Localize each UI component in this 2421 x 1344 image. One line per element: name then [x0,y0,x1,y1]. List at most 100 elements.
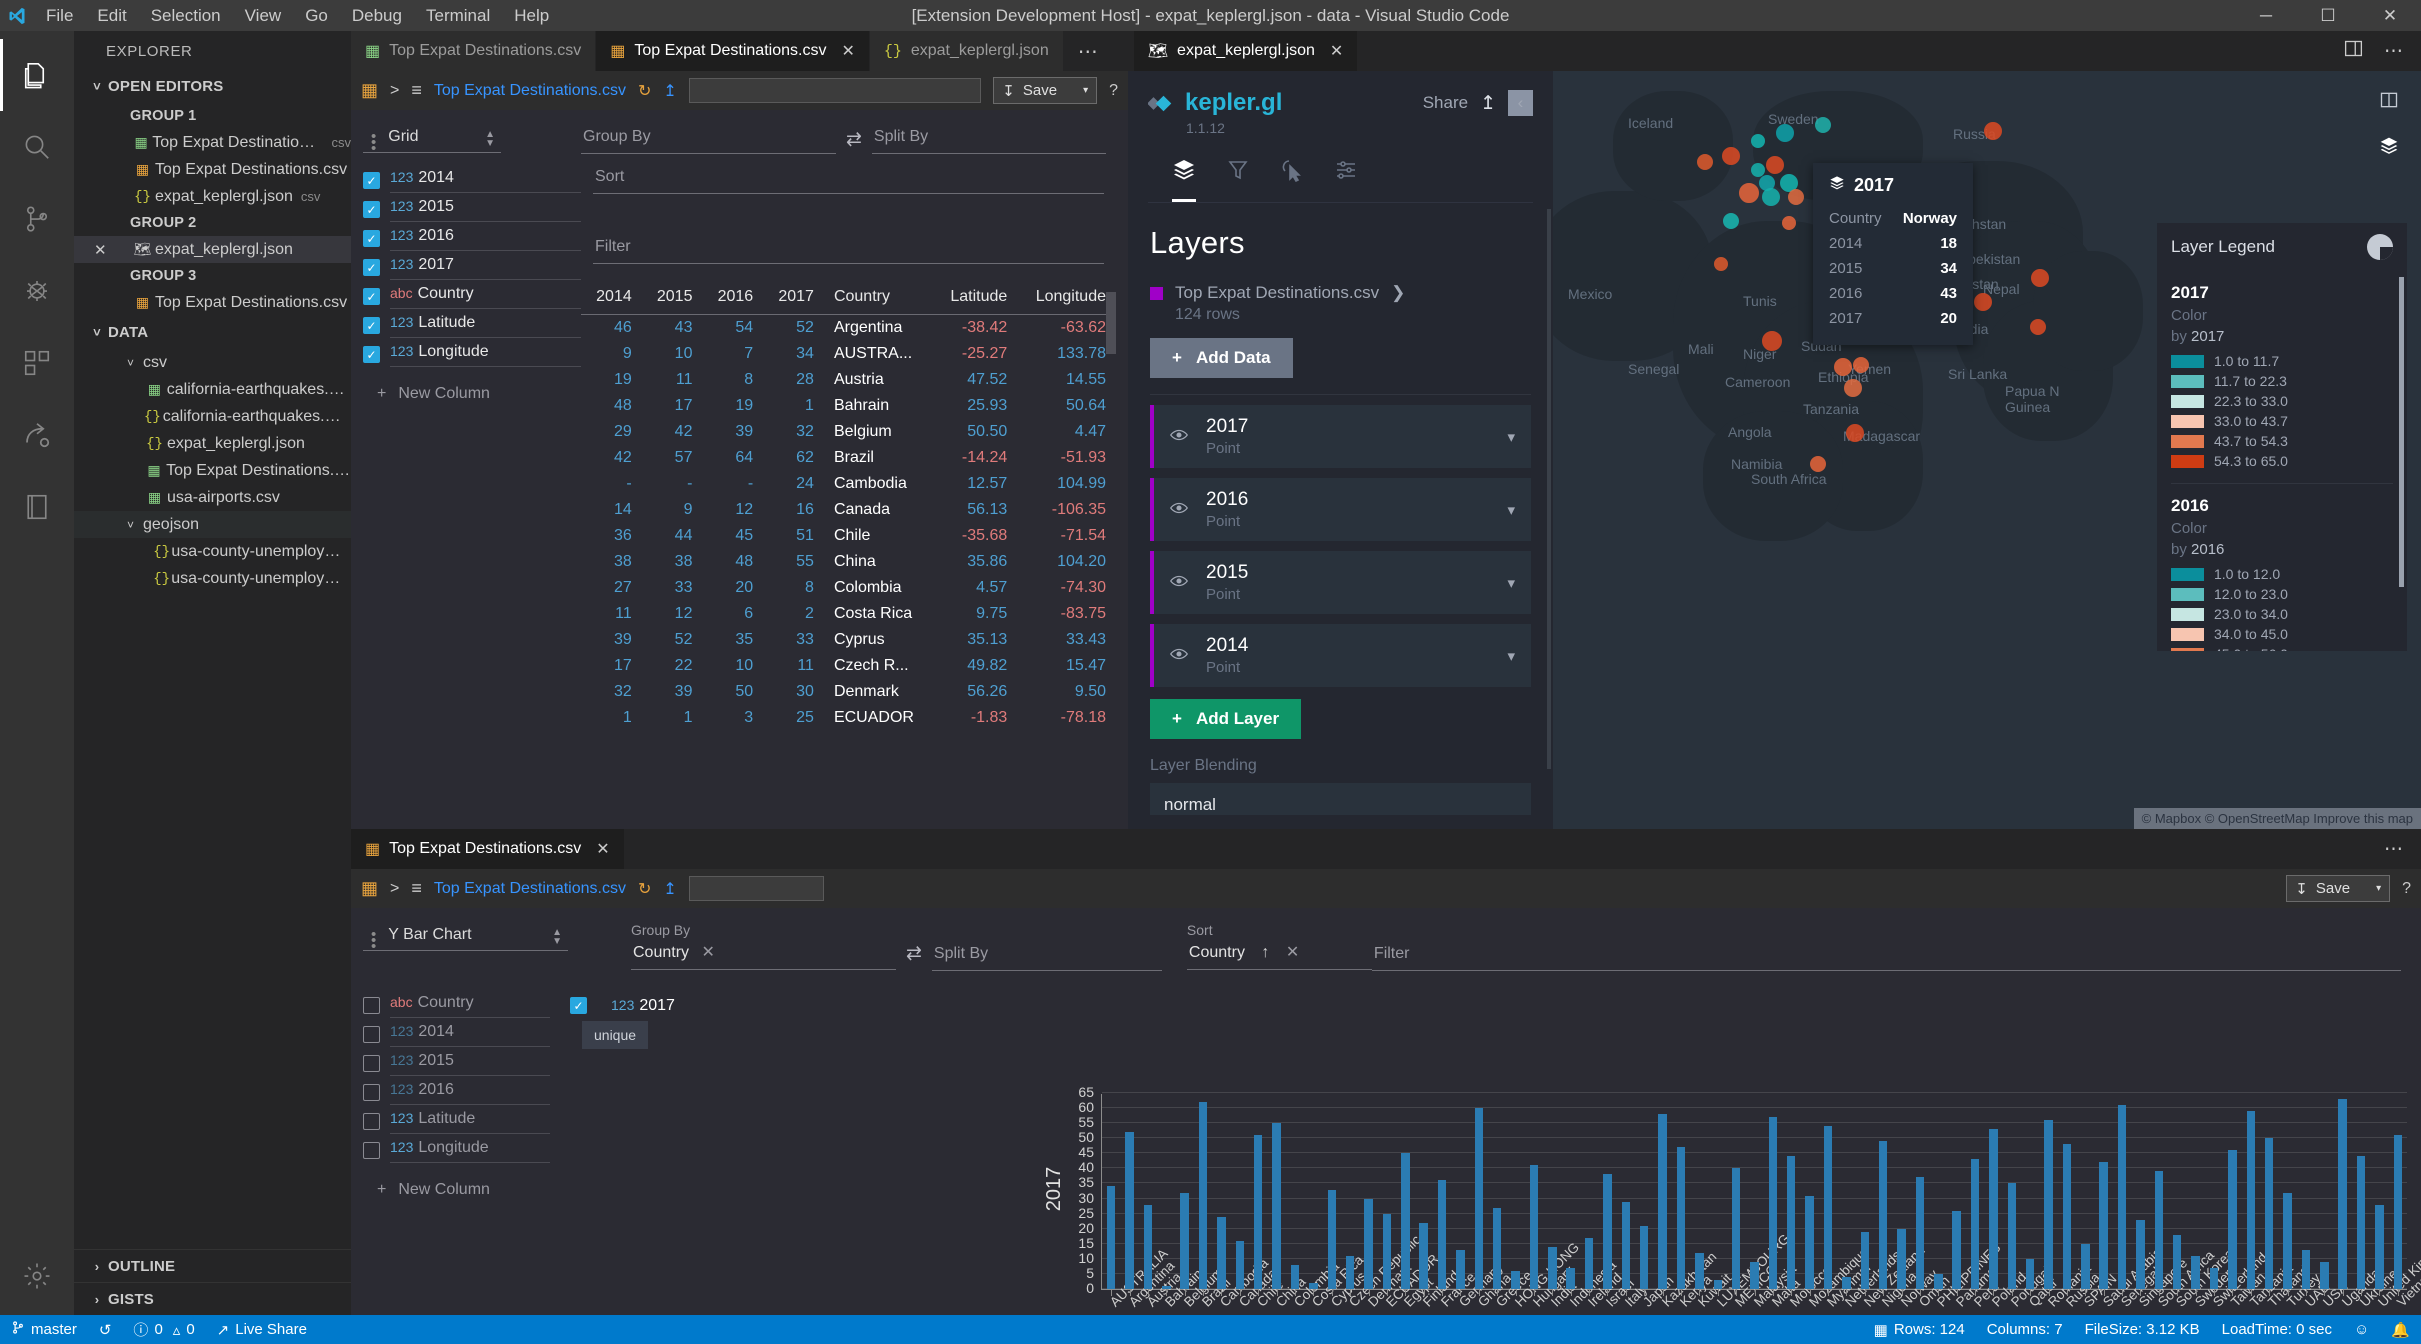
status-sync[interactable]: ↺ [88,1315,123,1344]
chevron-down-icon[interactable]: ▾ [1507,501,1515,519]
group-by-field[interactable]: Country ✕ [631,938,896,970]
data-file-item[interactable]: {} california-earthquakes.map.json [74,403,351,430]
col-2015[interactable]: 2015 [641,284,703,315]
map-data-point[interactable] [1815,117,1831,133]
filter-field[interactable]: Filter [1371,941,2401,971]
save-button[interactable]: ↧ Save ▾ [2286,875,2391,902]
layer-item-2016[interactable]: 2016 Point ▾ [1150,478,1531,541]
bar[interactable] [2393,1135,2403,1289]
eye-icon[interactable] [1170,573,1206,593]
bar[interactable] [1658,1114,1667,1289]
table-row[interactable]: 42 57 64 62 Brazil -14.24 -51.93 [581,445,1116,471]
tab-expat-keplergl-map[interactable]: 🗺 expat_keplergl.json ✕ [1133,31,1359,71]
bar[interactable] [2154,1171,2164,1289]
bar[interactable] [1750,1261,1759,1289]
table-row[interactable]: 38 38 48 55 China 35.86 104.20 [581,549,1116,575]
bar[interactable] [1180,1192,1189,1289]
checkbox[interactable] [363,1142,380,1159]
eye-icon[interactable] [1170,427,1206,447]
bar[interactable] [1437,1180,1447,1289]
bar[interactable] [2246,1111,2255,1289]
legend-scrollbar[interactable] [2399,277,2404,587]
sort-field[interactable]: Country ↑ ✕ [1186,938,1372,970]
more-actions-icon[interactable]: ⋯ [2384,40,2403,63]
tab-more-icon[interactable]: ⋯ [1064,31,1112,71]
col-longitude[interactable]: Longitude [1017,284,1116,315]
map-data-point[interactable] [1762,331,1782,351]
table-row[interactable]: 29 42 39 32 Belgium 50.50 4.47 [581,419,1116,445]
checkbox[interactable]: ✓ [363,172,380,189]
close-icon[interactable]: ✕ [1330,41,1343,61]
bar[interactable] [2320,1261,2329,1289]
group-by-field[interactable]: Group By [581,124,836,154]
grid-scrollbar[interactable] [1106,292,1116,354]
bell-icon[interactable]: 🔔 [2380,1315,2421,1344]
col-latitude[interactable]: Latitude [933,284,1018,315]
map-data-point[interactable] [1782,216,1796,230]
field-row[interactable]: 123 2014 unique [363,1020,771,1049]
clear-icon[interactable]: ✕ [1286,944,1299,961]
data-grid[interactable]: 2014 2015 2016 2017 Country Latitude Lon… [581,284,1116,829]
bar[interactable] [1639,1225,1649,1289]
share-icon[interactable] [0,399,74,471]
explorer-icon[interactable] [0,39,74,111]
checkbox[interactable] [363,997,380,1014]
bar[interactable] [1272,1123,1281,1289]
chevron-right-icon[interactable]: ❯ [1391,283,1405,303]
map-data-point[interactable] [1974,293,1992,311]
checkbox[interactable] [363,1084,380,1101]
save-button[interactable]: ↧ Save ▾ [993,77,1098,104]
bar[interactable] [2062,1144,2072,1289]
folder-geojson[interactable]: ˅ geojson [74,511,351,538]
split-by-field[interactable]: Split By [931,941,1162,971]
menu-debug[interactable]: Debug [340,4,414,28]
maximize-button[interactable]: ☐ [2297,0,2359,31]
checkbox[interactable]: ✓ [363,346,380,363]
chevron-down-icon[interactable]: ▾ [1083,85,1088,96]
bar[interactable] [1419,1222,1428,1289]
layer-blending-select[interactable]: normal [1150,783,1531,815]
interactions-tab[interactable] [1280,158,1304,202]
menu-file[interactable]: File [34,4,85,28]
kepler-scrollbar[interactable] [1547,209,1551,769]
table-row[interactable]: 48 17 19 1 Bahrain 25.93 50.64 [581,393,1116,419]
close-icon[interactable]: ✕ [841,41,854,61]
bar[interactable] [2173,1234,2182,1289]
data-file-item[interactable]: {} usa-county-unemployment.geo... [74,565,351,592]
bar[interactable] [2025,1258,2035,1289]
tab-top-expat-csv-2[interactable]: ▦ Top Expat Destinations.csv ✕ [596,31,870,71]
map-data-point[interactable] [1810,456,1826,472]
search-input[interactable] [688,876,824,901]
section-outline[interactable]: › OUTLINE [74,1249,351,1282]
breadcrumb-filename[interactable]: Top Expat Destinations.csv [434,880,626,898]
help-button[interactable]: ? [2402,880,2411,898]
layer-item-2015[interactable]: 2015 Point ▾ [1150,551,1531,614]
map-data-point[interactable] [1739,183,1759,203]
map-attribution[interactable]: © Mapbox © OpenStreetMap Improve this ma… [2133,808,2421,829]
add-layer-button[interactable]: + Add Layer [1150,699,1302,739]
bar[interactable] [2375,1204,2384,1289]
map-data-point[interactable] [1984,122,2002,140]
extensions-icon[interactable] [0,327,74,399]
status-loadtime[interactable]: LoadTime: 0 sec [2211,1315,2343,1344]
bar[interactable] [1290,1264,1300,1289]
new-column-button[interactable]: + New Column [363,1165,771,1199]
bar[interactable] [1952,1210,1961,1289]
bar[interactable] [1603,1174,1612,1289]
table-row[interactable]: 36 44 45 51 Chile -35.68 -71.54 [581,523,1116,549]
col-country[interactable]: Country [823,284,934,315]
field-row[interactable]: ✓ 123 Longitude [363,340,581,369]
bar[interactable] [2007,1183,2017,1289]
table-row[interactable]: - - - 24 Cambodia 12.57 104.99 [581,471,1116,497]
checkbox[interactable]: ✓ [363,288,380,305]
table-row[interactable]: 32 39 50 30 Denmark 56.26 9.50 [581,679,1116,705]
bar[interactable] [2044,1120,2053,1289]
bar[interactable] [1548,1246,1557,1289]
field-row[interactable]: 123 Latitude [363,1107,771,1136]
menu-terminal[interactable]: Terminal [414,4,502,28]
table-row[interactable]: 11 12 6 2 Costa Rica 9.75 -83.75 [581,601,1116,627]
bar[interactable] [2136,1219,2145,1289]
breadcrumb-filename[interactable]: Top Expat Destinations.csv [434,82,626,100]
bar[interactable] [1713,1279,1722,1289]
checkbox[interactable] [363,1055,380,1072]
